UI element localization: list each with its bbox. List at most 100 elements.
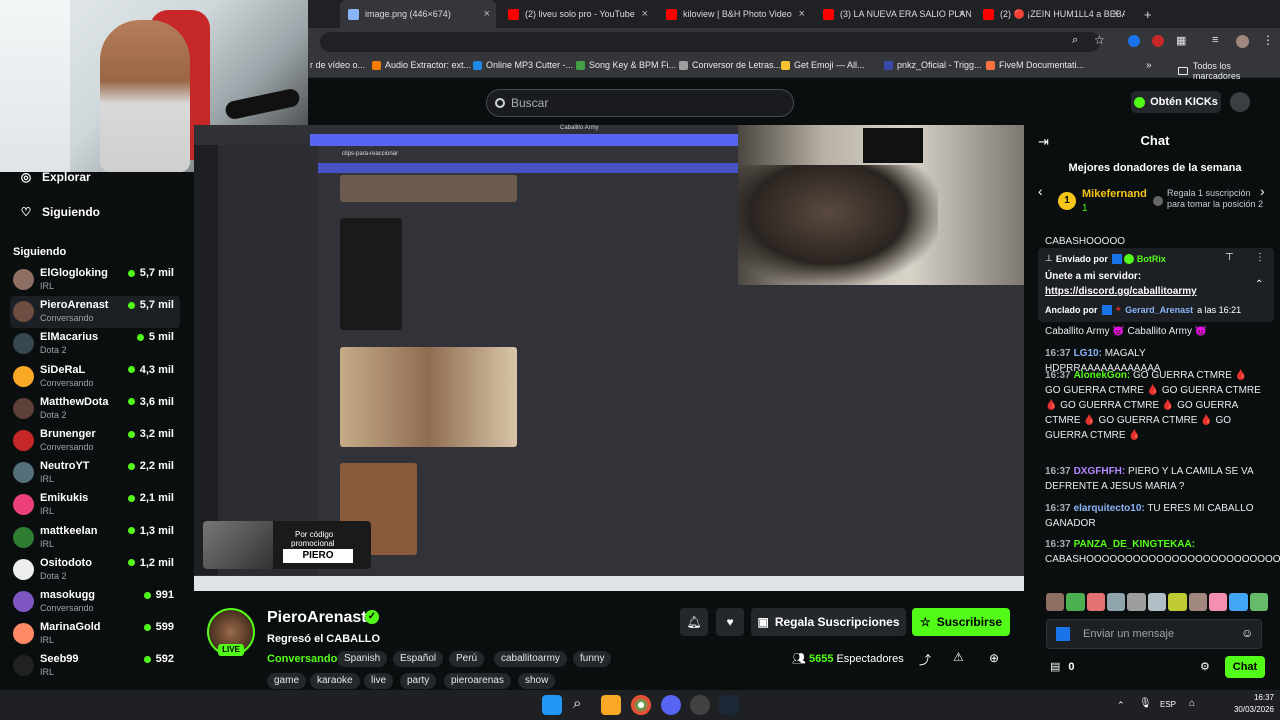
bookmark-item[interactable]: Conversor de Letras... xyxy=(679,60,781,70)
streamer-name[interactable]: PieroArenast xyxy=(267,609,367,627)
chat-username[interactable]: PANZA_DE_KINGTEKAA: xyxy=(1074,539,1196,550)
notification-button[interactable]: 🔔︎ xyxy=(680,608,708,636)
unpin-icon[interactable]: ⊤ xyxy=(1225,252,1234,263)
network-icon[interactable]: ⌂ xyxy=(1189,698,1195,709)
system-clock[interactable]: 16:37 30/03/2026 xyxy=(1210,692,1274,716)
sidebar-channel[interactable]: MatthewDota Dota 2 3,6 mil xyxy=(10,393,180,425)
all-bookmarks[interactable]: Todos los marcadores xyxy=(1178,61,1280,81)
emote[interactable] xyxy=(1066,593,1085,611)
add-user-icon[interactable]: ⊕ xyxy=(989,651,999,665)
emote[interactable] xyxy=(1229,593,1248,611)
sidebar-channel[interactable]: Brunenger Conversando 3,2 mil xyxy=(10,425,180,457)
get-kicks-button[interactable]: Obtén KICKs xyxy=(1131,91,1221,113)
sidebar-channel[interactable]: masokugg Conversando 991 xyxy=(10,586,180,618)
user-avatar[interactable] xyxy=(1230,92,1250,112)
sidebar-channel[interactable]: Ositodoto Dota 2 1,2 mil xyxy=(10,554,180,586)
stream-tag[interactable]: funny xyxy=(573,651,612,667)
follow-button[interactable]: ♥ xyxy=(716,608,744,636)
nav-following[interactable]: ♡ Siguiendo xyxy=(18,205,100,219)
chevron-left-icon[interactable]: ‹ xyxy=(1038,183,1043,199)
bookmark-item[interactable]: pnkz_Oficial - Trigg... xyxy=(884,60,982,70)
bookmark-item[interactable]: Online MP3 Cutter -... xyxy=(473,60,573,70)
discord-icon[interactable] xyxy=(661,695,681,715)
bookmark-item[interactable]: r de vídeo o... xyxy=(310,60,365,70)
chat-username[interactable]: LG10: xyxy=(1074,348,1102,359)
search-icon[interactable]: ⌕ xyxy=(573,695,581,712)
search-input[interactable]: Buscar xyxy=(486,89,794,117)
stream-tag[interactable]: game xyxy=(267,673,307,689)
share-icon[interactable]: ⤴ xyxy=(919,651,931,668)
emote[interactable] xyxy=(1249,593,1268,611)
stream-category[interactable]: Conversando xyxy=(267,653,337,665)
badge-icon[interactable] xyxy=(1056,627,1070,641)
stream-tag[interactable]: live xyxy=(364,673,394,689)
obs-icon[interactable] xyxy=(690,695,710,715)
browser-tab[interactable]: kiloview | B&H Photo Video × xyxy=(658,0,811,28)
chat-username[interactable]: elarquitecto10: xyxy=(1074,503,1145,514)
chevron-up-icon[interactable]: ⌃ xyxy=(1255,279,1263,290)
emote[interactable] xyxy=(1188,593,1207,611)
tab-close-icon[interactable]: × xyxy=(799,8,805,20)
new-tab-button[interactable]: + xyxy=(1136,0,1152,28)
stream-tag[interactable]: pieroarenas xyxy=(444,673,511,689)
gift-subs-button[interactable]: ▣ Regala Suscripciones xyxy=(751,608,906,636)
chat-username[interactable]: AlonekGon: xyxy=(1074,370,1131,381)
windows-start-icon[interactable] xyxy=(542,695,562,715)
sidebar-channel[interactable]: mattkeelan IRL 1,3 mil xyxy=(10,522,180,554)
top-donor-name[interactable]: Mikefernand xyxy=(1082,188,1147,200)
stream-tag[interactable]: Perú xyxy=(449,651,485,667)
chat-settings-icon[interactable]: ⚙ xyxy=(1200,660,1210,673)
profile-avatar[interactable] xyxy=(1236,35,1249,48)
emote[interactable] xyxy=(1147,593,1167,611)
input-language[interactable]: ESP xyxy=(1160,700,1176,709)
stream-tag[interactable]: party xyxy=(400,673,437,689)
browser-tab[interactable]: (3) LA NUEVA ERA SALIO PLAN × xyxy=(815,0,971,28)
emote[interactable] xyxy=(1046,593,1065,611)
sidebar-channel[interactable]: MarinaGold IRL 599 xyxy=(10,618,180,650)
extension-icon[interactable] xyxy=(1128,35,1140,47)
zoom-icon[interactable]: ⌕ xyxy=(1072,34,1078,47)
browser-tab[interactable]: image.png (446×674) × xyxy=(340,0,496,28)
bookmark-item[interactable]: FiveM Documentati... xyxy=(986,60,1084,70)
bookmark-item[interactable]: Get Emoji — All... xyxy=(781,60,865,70)
file-explorer-icon[interactable] xyxy=(601,695,621,715)
report-icon[interactable]: ⚠ xyxy=(953,650,964,664)
sidebar-channel[interactable]: ElMacarius Dota 2 5 mil xyxy=(10,328,180,360)
extensions-puzzle-icon[interactable]: ▦ xyxy=(1176,34,1186,47)
subscribe-button[interactable]: ☆ Suscribirse xyxy=(912,608,1010,636)
sidebar-channel[interactable]: PieroArenast Conversando 5,7 mil xyxy=(10,296,180,329)
channel-points[interactable]: ▤ 0 xyxy=(1050,660,1075,674)
bookmark-star-icon[interactable]: ☆ xyxy=(1094,33,1105,47)
microphone-icon[interactable]: 🎙︎ xyxy=(1139,698,1152,709)
address-bar[interactable] xyxy=(320,32,1100,52)
tab-close-icon[interactable]: × xyxy=(1113,8,1119,20)
browser-tab[interactable]: (2) liveu solo pro - YouTube × xyxy=(500,0,654,28)
pinned-by-user[interactable]: Gerard_Arenast xyxy=(1125,305,1193,315)
stream-tag[interactable]: show xyxy=(518,673,556,689)
pinned-link[interactable]: https://discord.gg/caballitoarmy xyxy=(1045,286,1197,297)
emote[interactable] xyxy=(1086,593,1106,611)
sidebar-channel[interactable]: SiDeRaL Conversando 4,3 mil xyxy=(10,361,180,393)
stream-tag[interactable]: karaoke xyxy=(310,673,360,689)
media-control-icon[interactable]: ≡ xyxy=(1212,34,1218,46)
extension-icon-red[interactable] xyxy=(1152,35,1164,47)
emoji-icon[interactable]: ☺ xyxy=(1241,626,1253,640)
chrome-icon[interactable] xyxy=(631,695,651,715)
tray-chevron-up-icon[interactable]: ⌃ xyxy=(1117,700,1125,711)
steam-icon[interactable] xyxy=(719,695,739,715)
sidebar-channel[interactable]: NeutroYT IRL 2,2 mil xyxy=(10,457,180,489)
stream-tag[interactable]: Spanish xyxy=(337,651,388,667)
browser-menu-icon[interactable]: ⋮ xyxy=(1262,33,1274,47)
tab-close-icon[interactable]: × xyxy=(484,8,490,20)
stream-tag[interactable]: Español xyxy=(393,651,444,667)
bookmarks-overflow-icon[interactable]: » xyxy=(1146,60,1152,71)
sidebar-channel[interactable]: Seeb99 IRL 592 xyxy=(10,650,180,682)
more-options-icon[interactable]: ⋮ xyxy=(1255,252,1265,263)
chat-username[interactable]: DXGFHFH: xyxy=(1074,466,1126,477)
tab-close-icon[interactable]: × xyxy=(959,8,965,20)
sidebar-channel[interactable]: ElGlogloking IRL 5,7 mil xyxy=(10,264,180,296)
stream-tag[interactable]: caballitoarmy xyxy=(494,651,567,667)
emote[interactable] xyxy=(1168,593,1187,611)
chat-input[interactable]: Enviar un mensaje xyxy=(1046,619,1262,649)
browser-tab[interactable]: (2) 🔴 ¡ZEIN HUM1LL4 a BEBA × xyxy=(975,0,1125,28)
